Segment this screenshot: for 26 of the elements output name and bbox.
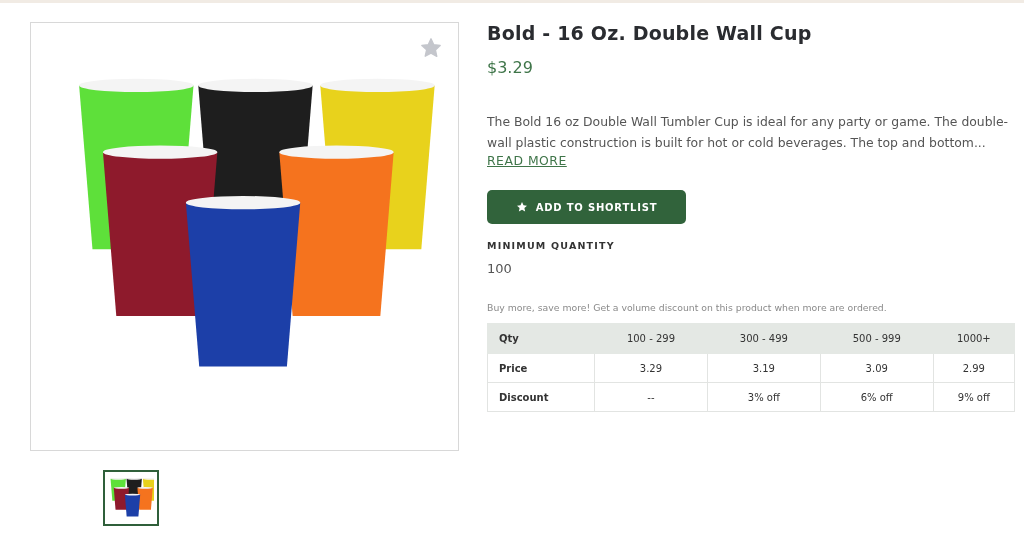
column-header: 300 - 499 [707,323,821,354]
table-cell: 3% off [707,382,821,412]
star-icon[interactable] [420,37,442,59]
table-cell: 3.29 [594,353,708,383]
column-header: 1000+ [933,323,1015,354]
table-cell: Price [487,353,595,383]
star-icon [515,201,528,213]
add-to-shortlist-button[interactable]: ADD TO SHORTLIST [487,190,686,224]
table-cell: 3.19 [707,353,821,383]
minimum-quantity-label: MINIMUM QUANTITY [487,240,615,251]
discount-note: Buy more, save more! Get a volume discount on this product when more are ordered. [487,302,887,313]
table-cell: Discount [487,382,595,412]
read-more-link[interactable]: READ MORE [487,153,567,168]
table-cell: 9% off [933,382,1015,412]
image-thumbnail[interactable] [103,470,159,526]
table-cell: -- [594,382,708,412]
column-header: 100 - 299 [594,323,708,354]
column-header: 500 - 999 [820,323,934,354]
table-cell: 3.09 [820,353,934,383]
table-cell: 2.99 [933,353,1015,383]
product-description: The Bold 16 oz Double Wall Tumbler Cup is ideal for any party or game. The double-wall plastic construction is built for hot or cold beverages. The top and bottom... [487,113,1010,152]
minimum-quantity-value: 100 [487,261,512,276]
table-cell: 6% off [820,382,934,412]
product-price: $3.29 [487,58,533,77]
product-title: Bold - 16 Oz. Double Wall Cup [487,22,812,44]
column-header: Qty [487,323,595,354]
